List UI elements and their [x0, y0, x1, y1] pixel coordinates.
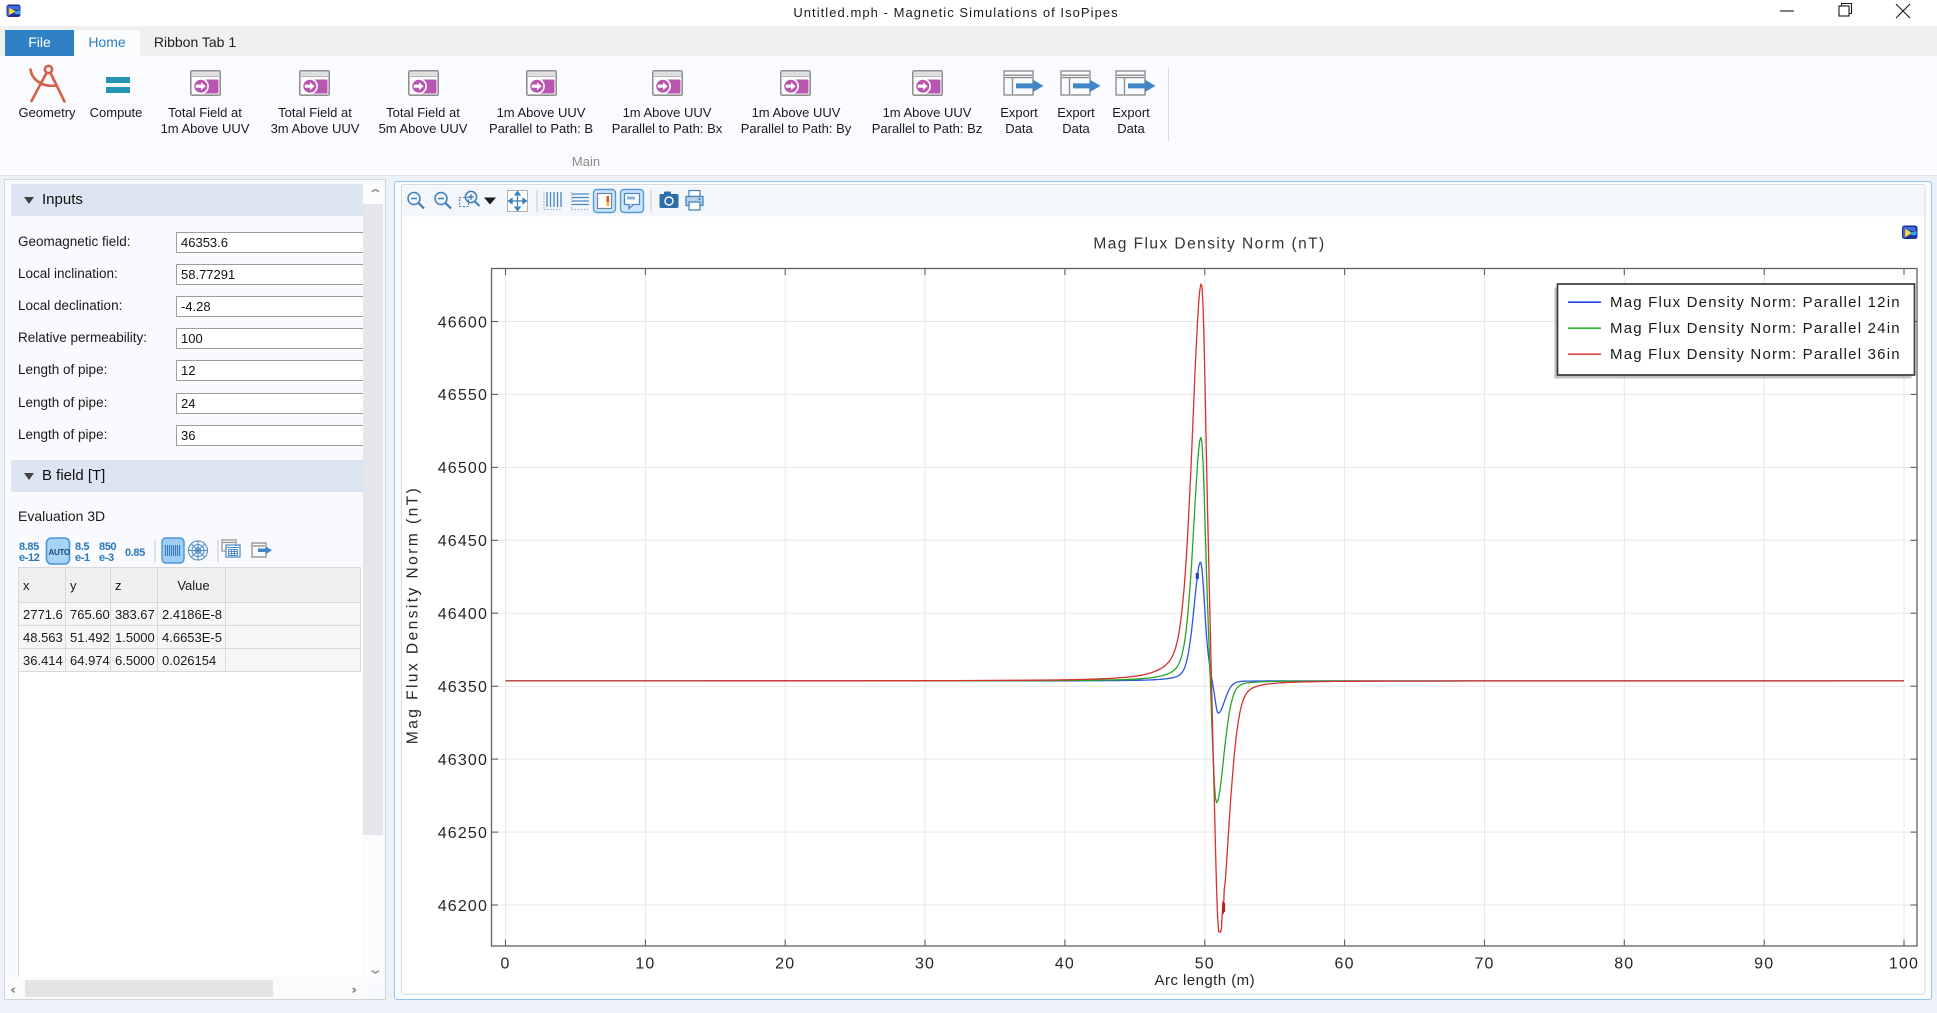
- svg-text:30: 30: [915, 956, 935, 973]
- svg-text:46400: 46400: [438, 606, 488, 623]
- svg-text:20: 20: [775, 956, 795, 973]
- svg-text:90: 90: [1754, 956, 1774, 973]
- svg-text:e-12: e-12: [19, 552, 40, 564]
- svg-text:60: 60: [1335, 956, 1355, 973]
- svg-text:70: 70: [1474, 956, 1494, 973]
- svg-text:e-1: e-1: [75, 552, 90, 564]
- svg-text:46550: 46550: [438, 387, 488, 404]
- svg-text:46450: 46450: [438, 533, 488, 550]
- svg-text:46600: 46600: [438, 314, 488, 331]
- svg-text:Mag Flux Density Norm (nT): Mag Flux Density Norm (nT): [405, 486, 422, 744]
- svg-text:46200: 46200: [438, 898, 488, 915]
- svg-text:46250: 46250: [438, 825, 488, 842]
- svg-text:10: 10: [635, 956, 655, 973]
- svg-text:0.85: 0.85: [125, 547, 145, 559]
- svg-text:100: 100: [1889, 956, 1919, 973]
- svg-text:50: 50: [1195, 956, 1215, 973]
- svg-text:AUTO: AUTO: [49, 548, 70, 557]
- svg-text:80: 80: [1614, 956, 1634, 973]
- svg-text:Mag Flux Density Norm (nT): Mag Flux Density Norm (nT): [1093, 236, 1325, 253]
- svg-text:Mag Flux Density Norm: Paralle: Mag Flux Density Norm: Parallel 12in: [1610, 294, 1901, 311]
- svg-text:Mag Flux Density Norm: Paralle: Mag Flux Density Norm: Parallel 24in: [1610, 320, 1901, 337]
- svg-text:46500: 46500: [438, 460, 488, 477]
- svg-text:e-3: e-3: [99, 552, 114, 564]
- svg-text:Mag Flux Density Norm: Paralle: Mag Flux Density Norm: Parallel 36in: [1610, 346, 1901, 363]
- svg-text:40: 40: [1055, 956, 1075, 973]
- svg-text:0: 0: [500, 956, 510, 973]
- svg-text:46350: 46350: [438, 679, 488, 696]
- svg-text:46300: 46300: [438, 752, 488, 769]
- svg-text:Arc length (m): Arc length (m): [1155, 972, 1256, 989]
